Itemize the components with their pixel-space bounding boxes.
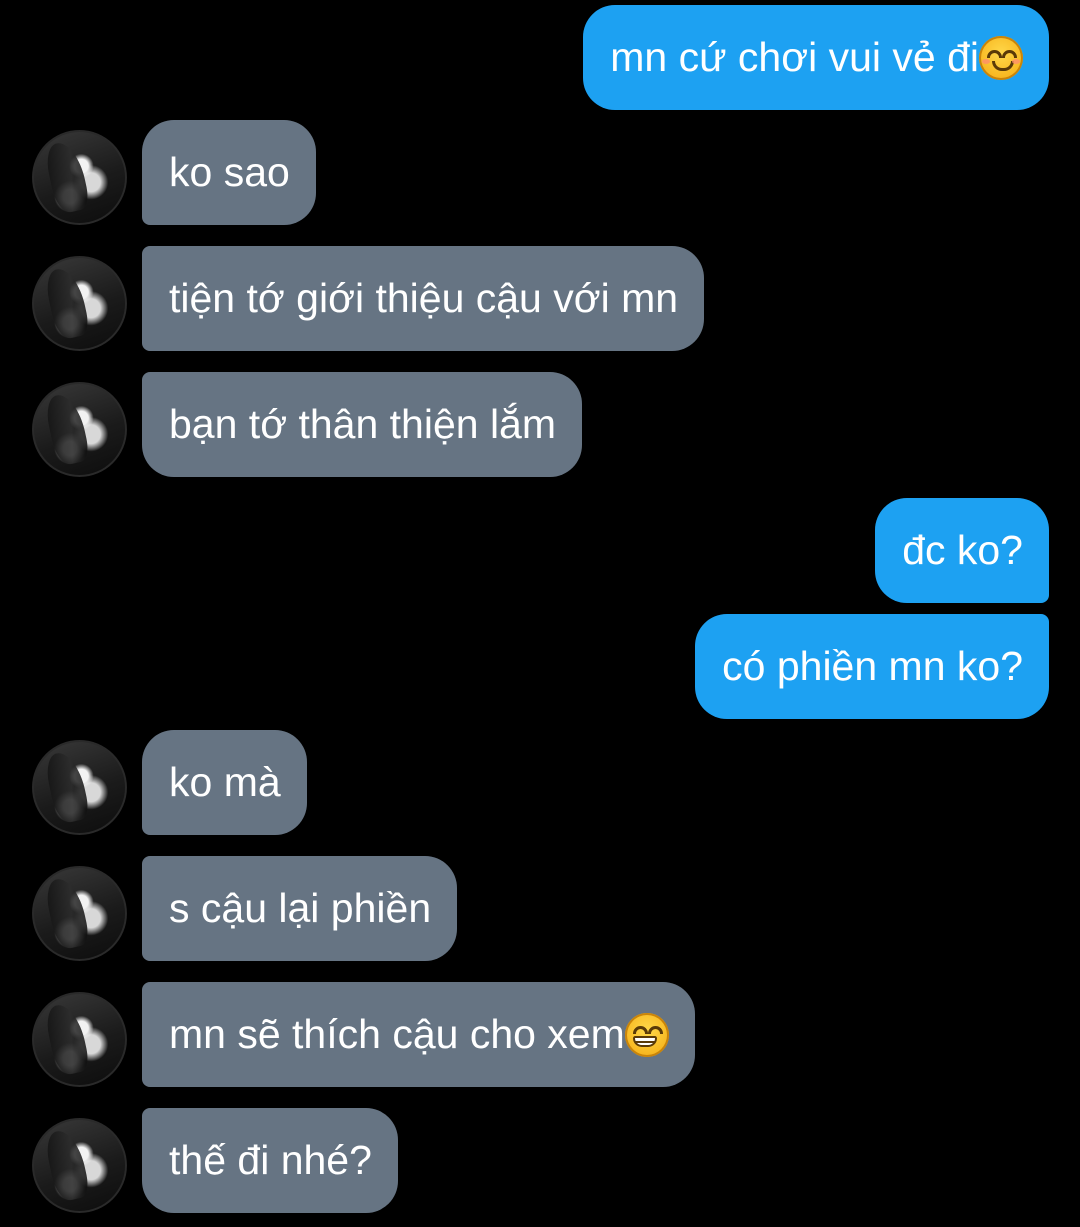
message-outgoing[interactable]: có phiền mn ko? <box>695 614 1049 719</box>
message-incoming[interactable]: mn sẽ thích cậu cho xem <box>142 982 695 1087</box>
message-bubble[interactable]: đc ko? <box>875 498 1049 603</box>
message-incoming[interactable]: ko sao <box>142 120 316 225</box>
message-incoming[interactable]: thế đi nhé? <box>142 1108 398 1213</box>
message-bubble[interactable]: ko sao <box>142 120 316 225</box>
contact-avatar-icon[interactable] <box>32 256 127 351</box>
message-text: tiện tớ giới thiệu cậu với mn <box>169 275 679 321</box>
message-bubble[interactable]: có phiền mn ko? <box>695 614 1049 719</box>
message-outgoing[interactable]: đc ko? <box>875 498 1049 603</box>
contact-avatar-icon[interactable] <box>32 992 127 1087</box>
message-text: có phiền mn ko? <box>722 643 1023 689</box>
message-bubble[interactable]: mn cứ chơi vui vẻ đi <box>583 5 1049 110</box>
message-bubble[interactable]: s cậu lại phiền <box>142 856 458 961</box>
message-incoming[interactable]: tiện tớ giới thiệu cậu với mn <box>142 246 705 351</box>
message-text: bạn tớ thân thiện lắm <box>169 401 557 447</box>
grinning-face-emoji-icon <box>624 1012 669 1057</box>
smiling-face-emoji-icon <box>979 35 1023 80</box>
contact-avatar-icon[interactable] <box>32 382 127 477</box>
message-text: ko sao <box>169 149 290 195</box>
message-bubble[interactable]: ko mà <box>142 730 307 835</box>
contact-avatar-icon[interactable] <box>32 130 127 225</box>
message-outgoing[interactable]: mn cứ chơi vui vẻ đi <box>583 5 1049 110</box>
message-incoming[interactable]: ko mà <box>142 730 307 835</box>
message-text: ko mà <box>169 759 281 805</box>
message-incoming[interactable]: s cậu lại phiền <box>142 856 458 961</box>
message-text: mn cứ chơi vui vẻ đi <box>610 34 979 80</box>
message-bubble[interactable]: thế đi nhé? <box>142 1108 398 1213</box>
contact-avatar-icon[interactable] <box>32 866 127 961</box>
message-text: thế đi nhé? <box>169 1137 372 1183</box>
message-bubble[interactable]: bạn tớ thân thiện lắm <box>142 372 583 477</box>
message-text: mn sẽ thích cậu cho xem <box>169 1011 625 1057</box>
message-text: s cậu lại phiền <box>169 885 432 931</box>
contact-avatar-icon[interactable] <box>32 740 127 835</box>
message-thread: mn cứ chơi vui vẻ đi ko sao tiện tớ giới… <box>0 0 1080 1227</box>
message-text: đc ko? <box>902 527 1023 573</box>
contact-avatar-icon[interactable] <box>32 1118 127 1213</box>
message-incoming[interactable]: bạn tớ thân thiện lắm <box>142 372 583 477</box>
message-bubble[interactable]: mn sẽ thích cậu cho xem <box>142 982 695 1087</box>
message-bubble[interactable]: tiện tớ giới thiệu cậu với mn <box>142 246 705 351</box>
